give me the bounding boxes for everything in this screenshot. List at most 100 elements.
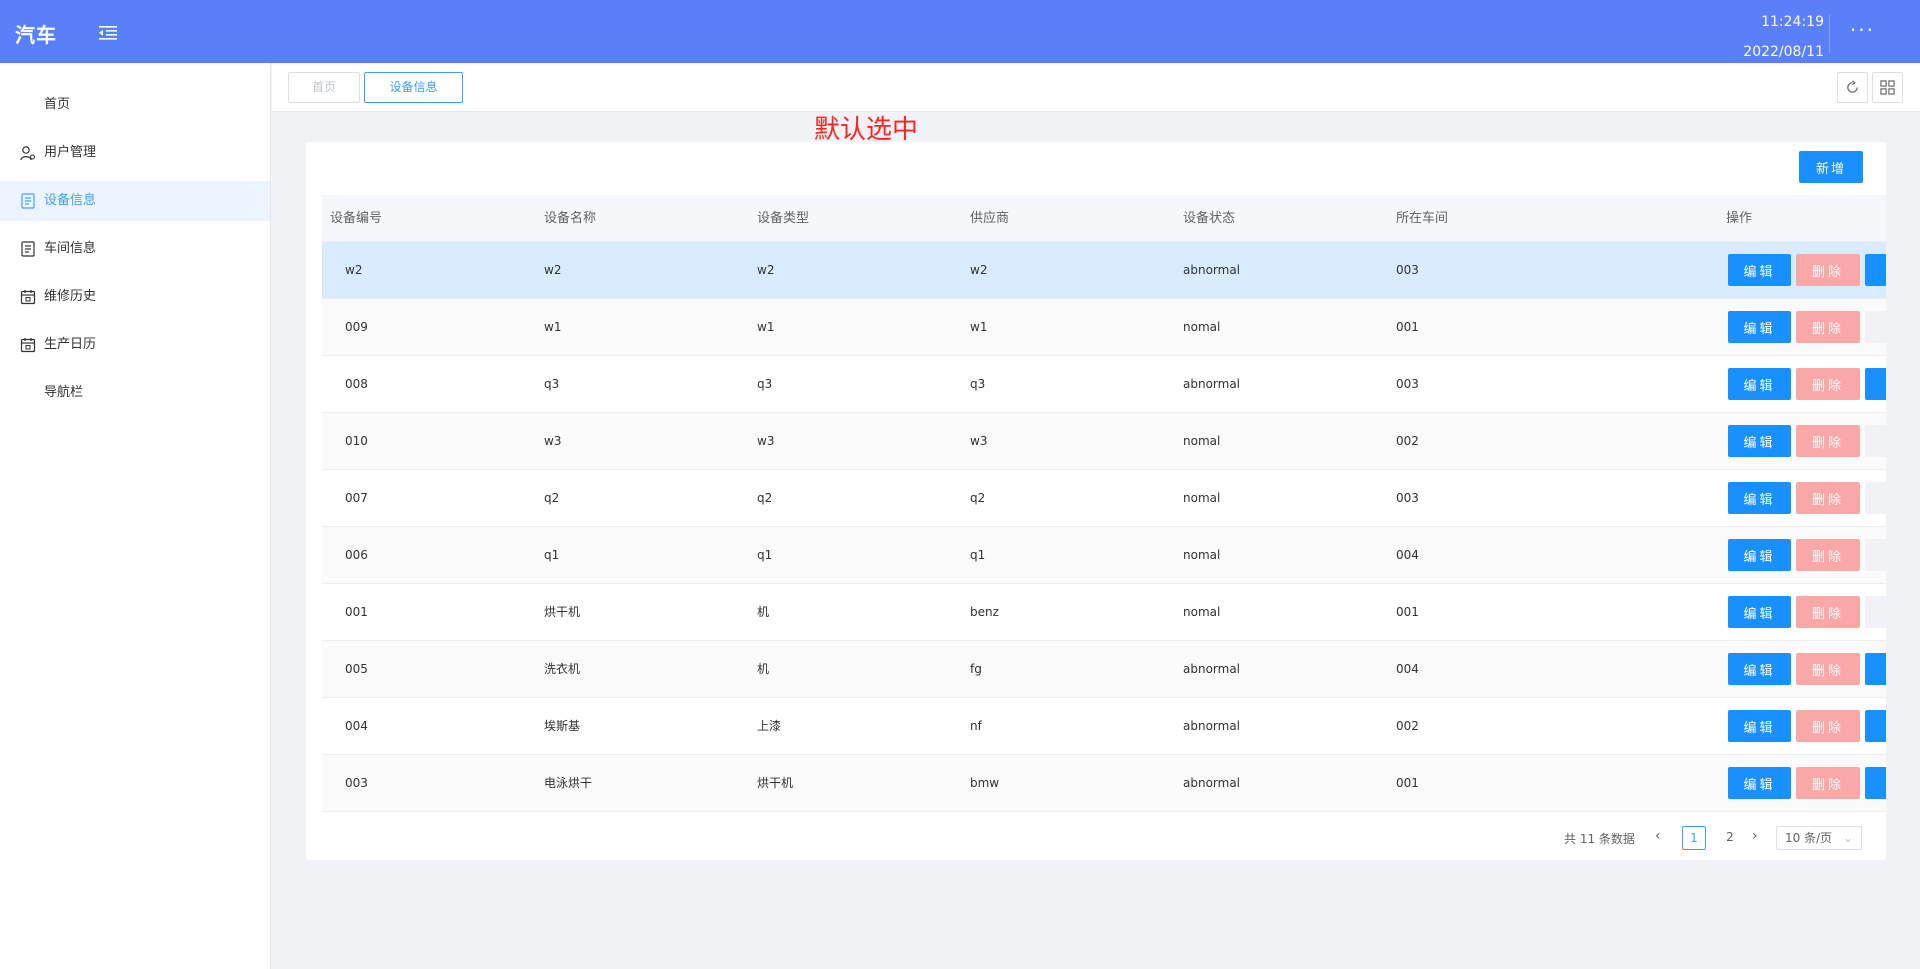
edit-button[interactable]: 编辑 (1728, 368, 1791, 400)
cell-status: abnormal (1183, 662, 1241, 676)
tab-home[interactable]: 首页 (288, 72, 360, 103)
cell-type: 烘干机 (757, 776, 794, 790)
table-row[interactable]: 009 w1 w1 w1 nomal 001 编辑 删除 (322, 299, 1886, 356)
menu-fold-icon[interactable] (99, 25, 117, 41)
sidebar-item-users[interactable]: 用户管理 (0, 133, 270, 173)
chevron-right-icon[interactable]: › (1752, 828, 1758, 844)
tabs-bar: 首页 设备信息 (272, 63, 1920, 112)
edit-button[interactable]: 编辑 (1728, 482, 1791, 514)
cell-status: nomal (1183, 320, 1221, 334)
app-logo: 汽车 (15, 23, 57, 47)
tab-device-info[interactable]: 设备信息 (364, 72, 463, 103)
more-icon[interactable]: ··· (1850, 18, 1875, 42)
page-1[interactable]: 1 (1682, 826, 1706, 850)
extra-action-button[interactable] (1865, 311, 1886, 343)
cell-supplier: q3 (970, 377, 986, 391)
extra-action-button[interactable] (1865, 539, 1886, 571)
sidebar-item-production-calendar[interactable]: 生产日历 (0, 325, 270, 365)
column-header: 设备编号 (330, 211, 383, 226)
sidebar-item-label: 维修历史 (44, 289, 97, 304)
cell-workshop: 001 (1396, 320, 1419, 334)
sidebar-item-repair-history[interactable]: 维修历史 (0, 277, 270, 317)
page-size-select[interactable]: 10 条/页 ⌄ (1776, 826, 1862, 850)
cell-name: 烘干机 (544, 605, 581, 619)
sidebar: 首页 用户管理 设备信息 车间信息 维修历史 生产日历 导航栏 (0, 63, 271, 969)
extra-action-button[interactable] (1865, 710, 1886, 742)
clock-time: 11:24:19 (1761, 14, 1824, 30)
delete-button[interactable]: 删除 (1796, 254, 1860, 286)
sidebar-item-device-info[interactable]: 设备信息 (0, 181, 270, 221)
cell-status: nomal (1183, 548, 1221, 562)
cell-type: w1 (757, 320, 775, 334)
table-row[interactable]: 007 q2 q2 q2 nomal 003 编辑 删除 (322, 470, 1886, 527)
edit-button[interactable]: 编辑 (1728, 596, 1791, 628)
sidebar-item-label: 车间信息 (44, 241, 97, 256)
edit-button[interactable]: 编辑 (1728, 710, 1791, 742)
table-row[interactable]: 008 q3 q3 q3 abnormal 003 编辑 删除 (322, 356, 1886, 413)
sidebar-item-navbar[interactable]: 导航栏 (0, 373, 270, 413)
cell-workshop: 004 (1396, 662, 1419, 676)
calendar-icon (20, 290, 36, 305)
delete-button[interactable]: 删除 (1796, 482, 1860, 514)
sidebar-item-home[interactable]: 首页 (0, 85, 270, 125)
extra-action-button[interactable] (1865, 482, 1886, 514)
edit-button[interactable]: 编辑 (1728, 767, 1791, 799)
sidebar-item-workshop-info[interactable]: 车间信息 (0, 229, 270, 269)
cell-type: q2 (757, 491, 773, 505)
document-icon (21, 193, 35, 209)
cell-name: q2 (544, 491, 560, 505)
cell-type: q3 (757, 377, 773, 391)
table-row[interactable]: 003 电泳烘干 烘干机 bmw abnormal 001 编辑 删除 (322, 755, 1886, 812)
refresh-button[interactable] (1837, 72, 1868, 103)
delete-button[interactable]: 删除 (1796, 368, 1860, 400)
cell-supplier: q2 (970, 491, 986, 505)
extra-action-button[interactable] (1865, 254, 1886, 286)
cell-name: w1 (544, 320, 562, 334)
cell-workshop: 003 (1396, 491, 1419, 505)
column-header: 设备类型 (757, 211, 810, 226)
cell-id: w2 (345, 263, 363, 277)
edit-button[interactable]: 编辑 (1728, 425, 1791, 457)
grid-button[interactable] (1872, 72, 1903, 103)
table-row[interactable]: 010 w3 w3 w3 nomal 002 编辑 删除 (322, 413, 1886, 470)
delete-button[interactable]: 删除 (1796, 539, 1860, 571)
cell-id: 010 (345, 434, 368, 448)
extra-action-button[interactable] (1865, 425, 1886, 457)
cell-type: w3 (757, 434, 775, 448)
page-2[interactable]: 2 (1718, 826, 1742, 850)
sidebar-item-label: 导航栏 (44, 385, 84, 400)
delete-button[interactable]: 删除 (1796, 767, 1860, 799)
cell-workshop: 001 (1396, 776, 1419, 790)
delete-button[interactable]: 删除 (1796, 311, 1860, 343)
delete-button[interactable]: 删除 (1796, 425, 1860, 457)
edit-button[interactable]: 编辑 (1728, 653, 1791, 685)
table-row[interactable]: 001 烘干机 机 benz nomal 001 编辑 删除 (322, 584, 1886, 641)
extra-action-button[interactable] (1865, 368, 1886, 400)
chevron-down-icon: ⌄ (1842, 831, 1853, 845)
extra-action-button[interactable] (1865, 767, 1886, 799)
column-header: 所在车间 (1396, 211, 1449, 226)
edit-button[interactable]: 编辑 (1728, 539, 1791, 571)
extra-action-button[interactable] (1865, 653, 1886, 685)
edit-button[interactable]: 编辑 (1728, 254, 1791, 286)
delete-button[interactable]: 删除 (1796, 596, 1860, 628)
page-size-value: 10 条/页 (1785, 831, 1833, 845)
edit-button[interactable]: 编辑 (1728, 311, 1791, 343)
cell-workshop: 001 (1396, 605, 1419, 619)
table-row[interactable]: 006 q1 q1 q1 nomal 004 编辑 删除 (322, 527, 1886, 584)
chevron-left-icon[interactable]: ‹ (1655, 828, 1661, 844)
extra-action-button[interactable] (1865, 596, 1886, 628)
total-count: 共 11 条数据 (1564, 832, 1635, 846)
cell-supplier: q1 (970, 548, 986, 562)
table-row[interactable]: 004 埃斯基 上漆 nf abnormal 002 编辑 删除 (322, 698, 1886, 755)
calendar-icon (20, 338, 36, 353)
delete-button[interactable]: 删除 (1796, 710, 1860, 742)
table-header: 设备编号 设备名称 设备类型 供应商 设备状态 所在车间 操作 (322, 195, 1886, 242)
cell-id: 009 (345, 320, 368, 334)
table-row[interactable]: w2 w2 w2 w2 abnormal 003 编辑 删除 (322, 242, 1886, 299)
cell-status: abnormal (1183, 263, 1241, 277)
cell-supplier: bmw (970, 776, 1000, 790)
delete-button[interactable]: 删除 (1796, 653, 1860, 685)
add-button[interactable]: 新增 (1799, 151, 1863, 183)
table-row[interactable]: 005 洗衣机 机 fg abnormal 004 编辑 删除 (322, 641, 1886, 698)
